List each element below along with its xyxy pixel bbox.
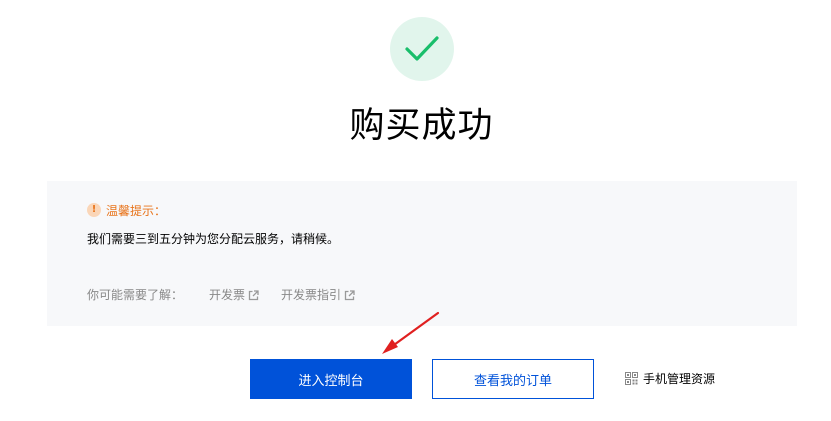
invoice-link-label: 开发票 — [209, 288, 246, 302]
invoice-link[interactable]: 开发票 — [209, 286, 259, 304]
invoice-guide-link[interactable]: 开发票指引 — [281, 286, 355, 304]
mobile-manage-link[interactable]: 手机管理资源 — [625, 370, 715, 387]
page-title: 购买成功 — [349, 106, 494, 146]
check-icon — [405, 36, 439, 61]
notice-message: 我们需要三到五分钟为您分配云服务，请稍候。 — [87, 232, 340, 246]
notice-panel: ! 温馨提示： 我们需要三到五分钟为您分配云服务，请稍候。 你可能需要了解： 开… — [47, 181, 797, 326]
purchase-success-page: 购买成功 ! 温馨提示： 我们需要三到五分钟为您分配云服务，请稍候。 你可能需要… — [0, 0, 831, 421]
qr-code-icon — [625, 372, 638, 385]
external-link-icon — [344, 289, 355, 301]
success-check-icon — [390, 17, 454, 81]
notice-title: 温馨提示： — [106, 203, 167, 218]
external-link-icon — [248, 289, 259, 301]
exclamation-icon: ! — [87, 203, 101, 217]
enter-console-button[interactable]: 进入控制台 — [250, 359, 412, 399]
related-links-row: 你可能需要了解： 开发票 开发票指引 — [87, 286, 377, 304]
view-orders-button[interactable]: 查看我的订单 — [432, 359, 594, 399]
mobile-manage-label: 手机管理资源 — [643, 372, 716, 386]
notice-header: ! 温馨提示： — [87, 202, 166, 218]
related-label: 你可能需要了解： — [87, 288, 184, 302]
invoice-guide-link-label: 开发票指引 — [281, 288, 342, 302]
